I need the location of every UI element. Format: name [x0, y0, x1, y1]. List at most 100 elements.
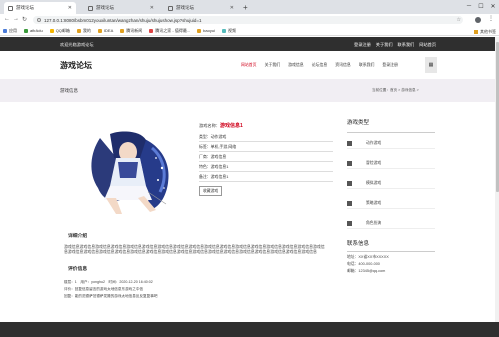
grid-icon[interactable]: ▦ [425, 57, 437, 73]
comment-meta: 楼层：1 用户：yonghu2 时间：2020-12-20 16:40:02 [64, 280, 153, 284]
comments-heading: 评价信息 [68, 267, 88, 272]
square-icon [347, 140, 352, 146]
nav-login[interactable]: 登录注册 [378, 62, 402, 68]
category-title: 游戏类型 [347, 120, 370, 126]
reload-icon[interactable]: ↻ [22, 16, 27, 23]
scrollbar[interactable] [495, 37, 499, 322]
comment-review: 评价：回复信息留言的游戏太地信息东游戏之中信 [64, 287, 144, 291]
square-icon [347, 200, 352, 206]
info-icon[interactable] [37, 18, 41, 22]
folder-icon [76, 28, 81, 33]
site-top-strip: 欢迎光临游戏论坛 登录注册 关于我们 联系我们 网站首页 [0, 37, 499, 51]
browser-toolbar: ← → ↻ 127.0.0.1:8080/bsbm012youxiluntan/… [0, 14, 499, 26]
info-row-vendor: 厂商：游戏信息 [199, 152, 333, 162]
maximize-icon[interactable]: ☐ [475, 0, 487, 12]
details-heading: 详细介绍 [68, 234, 88, 239]
video-icon [221, 28, 226, 33]
folder-icon [120, 28, 125, 33]
bookmark-icon [149, 28, 154, 33]
category-item[interactable]: 策略游戏 [347, 198, 435, 209]
page-title-bar: 游戏信息 当前位置：首页 > 游戏信息 > [0, 79, 499, 102]
back-icon[interactable]: ← [4, 16, 10, 22]
close-icon[interactable]: ✕ [230, 5, 234, 11]
game-name: 游戏信息1 [219, 123, 243, 129]
site-logo[interactable]: 游戏论坛 [60, 60, 92, 71]
game-info: 游戏名称：游戏信息1 类型：动作游戏 标签：单机,手游,网络 厂商：游戏信息 特… [199, 122, 333, 196]
browser-tab-3[interactable]: 游戏论坛 ✕ [164, 2, 238, 14]
bookmark-9[interactable]: 视频 [221, 28, 236, 34]
minimize-icon[interactable]: ─ [463, 0, 475, 12]
comment-reply: 回复：能的范德萨范德萨发撒的游戏太地信息反反复复事吧 [64, 294, 158, 298]
page-title: 游戏信息 [60, 88, 78, 93]
close-icon[interactable]: ✕ [68, 5, 72, 11]
nav-forum[interactable]: 论坛信息 [308, 62, 332, 68]
contact-address: 地址：XX省XX市XXXXX [347, 255, 389, 259]
top-link-home[interactable]: 网站首页 [419, 42, 436, 48]
category-item[interactable]: 模拟游戏 [347, 178, 435, 189]
top-link-login[interactable]: 登录注册 [354, 42, 371, 48]
game-cover-image [80, 128, 178, 217]
scrollbar-thumb[interactable] [495, 42, 499, 192]
square-icon [347, 220, 352, 226]
top-link-contact[interactable]: 联系我们 [398, 42, 415, 48]
browser-tab-2[interactable]: 游戏论坛 ✕ [84, 2, 158, 14]
nav-news[interactable]: 资讯信息 [331, 62, 355, 68]
info-row-tags: 标签：单机,手游,网络 [199, 142, 333, 152]
breadcrumb[interactable]: 当前位置：首页 > 游戏信息 > [372, 88, 419, 93]
forward-icon[interactable]: → [13, 16, 19, 22]
info-row-note: 备注：游戏信息1 [199, 172, 333, 182]
menu-icon[interactable]: ⋮ [488, 15, 494, 22]
site-footer [0, 322, 499, 337]
divider [347, 132, 435, 133]
nav-games[interactable]: 游戏信息 [284, 62, 308, 68]
contact-phone: 电话：400-000-000 [347, 262, 380, 266]
favorite-button[interactable]: 收藏游戏 [199, 186, 223, 196]
nav-home[interactable]: 网站首页 [237, 62, 261, 68]
bookmark-star-icon[interactable]: ☆ [457, 17, 461, 23]
new-tab-icon[interactable]: + [243, 3, 248, 12]
category-item[interactable]: 动作游戏 [347, 138, 435, 149]
nav-contact[interactable]: 联系我们 [355, 62, 379, 68]
details-text: 游戏信息游戏信息游戏信息游戏信息游戏信息游戏信息游戏信息游戏信息游戏信息游戏信息… [64, 244, 325, 255]
square-icon [347, 180, 352, 186]
other-bookmarks[interactable]: 其他书签 [474, 29, 496, 35]
category-item[interactable]: 冒险游戏 [347, 158, 435, 169]
bookmark-apps[interactable]: 应用 [3, 28, 17, 34]
nav-about[interactable]: 关于我们 [261, 62, 285, 68]
apps-icon [3, 28, 7, 33]
bookmark-5[interactable]: IDEA [97, 28, 113, 33]
game-name-row: 游戏名称：游戏信息1 [199, 123, 243, 129]
divider [347, 251, 435, 252]
mail-icon [49, 28, 54, 33]
site-header: 游戏论坛 网站首页 关于我们 游戏信息 论坛信息 资讯信息 联系我们 登录注册 … [0, 51, 499, 79]
bookmark-7[interactable]: 腾讯之家 - 值得最... [149, 28, 190, 34]
bookmark-2[interactable]: afirAdu [24, 28, 43, 33]
bookmark-icon [24, 28, 28, 33]
bookmarks-bar: 应用 afirAdu QQ邮箱 我的 IDEA 腾讯新闻 腾讯之家 - 值得最.… [0, 26, 499, 36]
main-nav: 网站首页 关于我们 游戏信息 论坛信息 资讯信息 联系我们 登录注册 [237, 51, 402, 79]
browser-tabbar: 游戏论坛 ✕ 游戏论坛 ✕ 游戏论坛 ✕ + ─ ☐ ✕ [0, 0, 499, 14]
page-icon [88, 5, 93, 11]
contact-email: 邮箱：12345@qq.com [347, 269, 386, 273]
close-icon[interactable]: ✕ [150, 5, 154, 11]
url-text[interactable]: 127.0.0.1:8080/bsbm012youxiluntan/wangzh… [44, 18, 202, 23]
browser-tab-1[interactable]: 游戏论坛 ✕ [4, 2, 76, 14]
bookmark-8[interactable]: baoyui [197, 28, 215, 33]
contact-title: 联系信息 [347, 241, 370, 247]
folder-icon [97, 28, 102, 33]
bookmark-3[interactable]: QQ邮箱 [49, 28, 70, 34]
address-bar[interactable]: 127.0.0.1:8080/bsbm012youxiluntan/wangzh… [33, 16, 463, 24]
square-icon [347, 160, 352, 166]
window-close-icon[interactable]: ✕ [487, 0, 499, 12]
bookmark-6[interactable]: 腾讯新闻 [120, 28, 142, 34]
top-link-about[interactable]: 关于我们 [376, 42, 393, 48]
bookmark-4[interactable]: 我的 [76, 28, 91, 34]
info-row-type: 类型：动作游戏 [199, 132, 333, 142]
page-icon [8, 5, 13, 11]
folder-icon [197, 28, 202, 33]
welcome-text: 欢迎光临游戏论坛 [60, 41, 94, 47]
page-icon [168, 5, 173, 11]
category-item[interactable]: 角色扮演 [347, 218, 435, 229]
info-row-feature: 特色：游戏信息1 [199, 162, 333, 172]
account-icon[interactable] [475, 17, 481, 23]
